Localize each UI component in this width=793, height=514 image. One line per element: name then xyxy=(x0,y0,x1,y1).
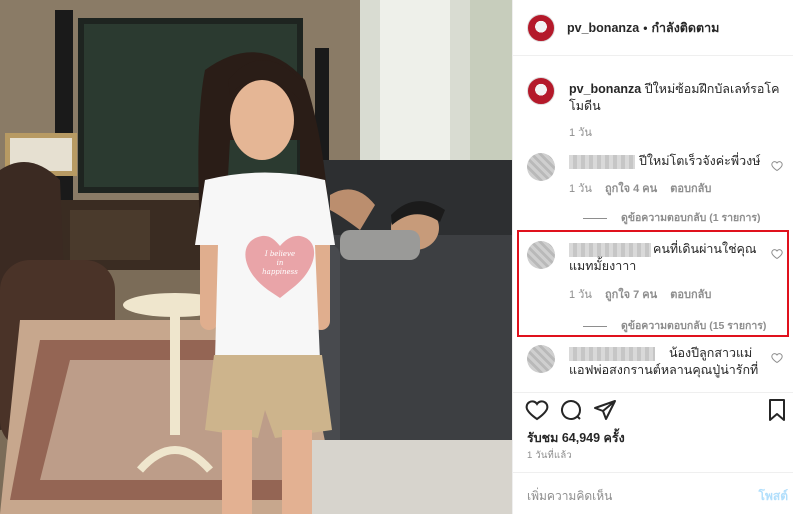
comments-list[interactable]: pv_bonanza ปีใหม่ซ้อมฝึกบัลเลท์รอโคโมดีน… xyxy=(513,57,793,392)
share-icon[interactable] xyxy=(593,398,617,422)
caption-text-block: pv_bonanza ปีใหม่ซ้อมฝึกบัลเลท์รอโคโมดีน xyxy=(569,81,784,115)
comment-time: 1 วัน xyxy=(569,289,592,301)
comment-text: น้องปีลูกสาวแม่แอฟพ่อสงกรานต์หลานคุณปู่น… xyxy=(569,346,759,377)
bookmark-icon[interactable] xyxy=(765,398,789,422)
view-replies-button[interactable]: ดูข้อความตอบกลับ (15 รายการ) xyxy=(583,317,766,334)
comment-likes[interactable]: ถูกใจ 4 คน xyxy=(605,183,657,195)
instagram-post: I believe in happiness pv_bonanza • กำลั… xyxy=(0,0,793,514)
shirt-print-line1: I believe xyxy=(264,250,296,258)
heart-outline-icon[interactable] xyxy=(771,160,783,172)
comment-time: 1 วัน xyxy=(569,183,592,195)
view-replies-button[interactable]: ดูข้อความตอบกลับ (1 รายการ) xyxy=(583,209,761,226)
comment-meta: 1 วัน ถูกใจ 7 คน ตอบกลับ xyxy=(569,285,721,303)
caption-time: 1 วัน xyxy=(569,127,592,139)
post-actions xyxy=(513,392,793,432)
reply-button[interactable]: ตอบกลับ xyxy=(670,289,711,301)
commenter-name-blurred[interactable] xyxy=(569,155,635,169)
comment-text: ปีใหม่โตเร็วจังค่ะพี่วงษ์ xyxy=(639,154,761,168)
heart-outline-icon[interactable] xyxy=(771,352,783,364)
post-header: pv_bonanza • กำลังติดตาม xyxy=(513,0,793,56)
author-avatar[interactable] xyxy=(527,13,555,42)
post-details-panel: pv_bonanza • กำลังติดตาม pv_bonanza ปีให… xyxy=(512,0,793,514)
heart-outline-icon[interactable] xyxy=(771,248,783,260)
author-username[interactable]: pv_bonanza xyxy=(567,21,639,35)
add-comment-input[interactable]: เพิ่มความคิดเห็น xyxy=(527,487,612,506)
post-comment-button[interactable]: โพสต์ xyxy=(759,487,788,506)
view-count[interactable]: รับชม 64,949 ครั้ง xyxy=(527,428,625,448)
caption-avatar[interactable] xyxy=(527,77,555,105)
comment-likes[interactable]: ถูกใจ 7 คน xyxy=(605,289,657,301)
commenter-avatar-blurred[interactable] xyxy=(527,241,555,269)
add-comment-bar: เพิ่มความคิดเห็น โพสต์ xyxy=(513,472,793,514)
commenter-avatar-blurred[interactable] xyxy=(527,153,555,181)
follow-status-button[interactable]: กำลังติดตาม xyxy=(651,18,719,38)
shirt-print-text: I believe in happiness xyxy=(250,250,310,277)
shirt-print-line3: happiness xyxy=(262,268,298,276)
post-age: 1 วันที่แล้ว xyxy=(527,450,572,461)
header-separator: • xyxy=(643,20,648,35)
caption-username[interactable]: pv_bonanza xyxy=(569,82,641,96)
comment-icon[interactable] xyxy=(559,398,583,422)
post-video[interactable]: I believe in happiness xyxy=(0,0,512,514)
comment-meta: 1 วัน ถูกใจ 4 คน ตอบกลับ xyxy=(569,179,721,197)
shirt-print-line2: in xyxy=(276,259,284,267)
comment-text: คนที่เดินผ่านใช่คุณแมทมั้ยงาาา xyxy=(569,242,757,273)
heart-icon[interactable] xyxy=(525,398,549,422)
commenter-avatar-blurred[interactable] xyxy=(527,345,555,373)
reply-button[interactable]: ตอบกลับ xyxy=(670,183,711,195)
